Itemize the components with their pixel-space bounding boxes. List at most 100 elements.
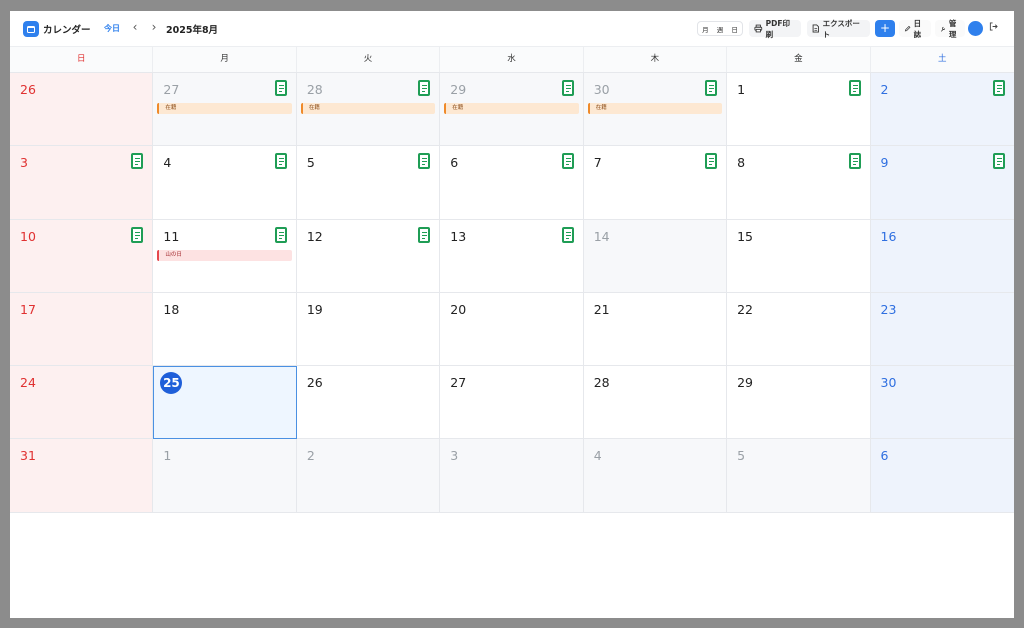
export-button[interactable]: エクスポート [807, 19, 870, 39]
day-cell[interactable]: 14 [583, 219, 728, 293]
view-week-button[interactable]: 週 [717, 24, 724, 34]
day-number: 3 [450, 448, 459, 464]
day-cell[interactable]: 3 [440, 439, 584, 513]
day-number: 3 [20, 155, 28, 171]
day-cell[interactable]: 15 [727, 219, 871, 293]
day-cell[interactable]: 12 [296, 219, 441, 293]
memo-note-icon[interactable] [131, 153, 144, 170]
day-cell[interactable]: 3 [10, 146, 154, 220]
day-cell[interactable]: 5 [727, 439, 871, 513]
day-cell[interactable]: 23 [870, 292, 1014, 367]
day-cell[interactable]: 19 [296, 292, 441, 367]
day-cell[interactable]: 26 [296, 366, 441, 440]
day-number: 22 [737, 301, 754, 317]
day-cell[interactable]: 1 [727, 73, 871, 147]
day-cell[interactable]: 24 [10, 366, 154, 440]
today-button[interactable]: 今日 [104, 23, 120, 34]
day-cell[interactable]: 10 [10, 219, 154, 293]
view-day-button[interactable]: 日 [731, 24, 738, 34]
memo-note-icon[interactable] [418, 80, 431, 96]
day-cell[interactable]: 1 [153, 439, 297, 513]
memo-note-icon[interactable] [274, 80, 287, 96]
day-number: 20 [450, 301, 467, 317]
week-row: 3 4 5 6 7 8 9 [10, 146, 1014, 220]
holiday-event[interactable]: 山の日 [157, 249, 292, 261]
day-number: 27 [163, 82, 180, 97]
day-cell[interactable]: 11 山の日 [153, 219, 297, 293]
memo-note-icon[interactable] [561, 80, 574, 96]
memo-note-icon[interactable] [992, 80, 1005, 96]
user-avatar[interactable] [968, 21, 983, 36]
day-cell[interactable]: 9 [870, 146, 1014, 220]
memo-note-icon[interactable] [274, 226, 287, 243]
day-cell[interactable]: 17 [10, 292, 154, 367]
day-cell[interactable]: 27 在籍 [153, 73, 297, 147]
next-month-button[interactable]: › [148, 20, 160, 34]
day-number: 6 [450, 155, 459, 171]
day-cell[interactable]: 26 [10, 73, 154, 147]
day-cell[interactable]: 22 [727, 292, 871, 367]
day-cell[interactable]: 2 [296, 439, 441, 513]
attendance-event[interactable]: 在籍 [157, 103, 292, 114]
memo-note-icon[interactable] [418, 226, 431, 243]
day-cell-today[interactable]: 25 [153, 366, 297, 440]
attendance-event[interactable]: 在籍 [300, 103, 436, 114]
day-cell[interactable]: 21 [583, 292, 728, 367]
day-cell[interactable]: 30 在籍 [583, 73, 728, 147]
prev-month-button[interactable]: ‹ [129, 20, 141, 34]
manage-button[interactable]: 管理 [935, 19, 965, 39]
day-cell[interactable]: 29 在籍 [440, 73, 584, 147]
memo-note-icon[interactable] [848, 80, 861, 96]
memo-note-icon[interactable] [561, 153, 574, 170]
view-month-button[interactable]: 月 [702, 24, 709, 34]
day-cell[interactable]: 27 [440, 366, 584, 440]
document-icon [812, 24, 819, 33]
day-cell[interactable]: 28 在籍 [296, 73, 441, 147]
day-number: 25 [160, 372, 183, 395]
memo-note-icon[interactable] [705, 80, 718, 96]
memo-note-icon[interactable] [418, 153, 431, 170]
day-cell[interactable]: 8 [727, 146, 871, 220]
day-cell[interactable]: 16 [870, 219, 1014, 293]
memo-note-icon[interactable] [561, 226, 574, 243]
day-cell[interactable]: 30 [870, 366, 1014, 440]
day-cell[interactable]: 6 [870, 439, 1014, 513]
week-row: 24 25 26 27 28 29 30 [10, 366, 1014, 440]
diary-button[interactable]: 日誌 [899, 19, 931, 39]
memo-note-icon[interactable] [131, 226, 144, 243]
day-cell[interactable]: 4 [153, 146, 297, 220]
day-cell[interactable]: 2 [870, 73, 1014, 147]
day-cell[interactable]: 5 [296, 146, 441, 220]
day-cell[interactable]: 31 [10, 439, 154, 513]
calendar-logo-icon [23, 21, 39, 37]
logout-icon[interactable] [989, 22, 998, 34]
day-cell[interactable]: 4 [583, 439, 728, 513]
day-cell[interactable]: 6 [440, 146, 584, 220]
attendance-event[interactable]: 在籍 [587, 103, 723, 114]
memo-note-icon[interactable] [848, 153, 861, 170]
day-number: 14 [593, 228, 610, 244]
day-cell[interactable]: 18 [153, 292, 297, 367]
day-number: 7 [593, 155, 602, 171]
week-row: 10 11 山の日 12 13 14 15 16 [10, 219, 1014, 293]
day-number: 30 [593, 82, 610, 97]
day-cell[interactable]: 20 [440, 292, 584, 367]
weekday-saturday: 土 [937, 54, 947, 64]
memo-note-icon[interactable] [274, 153, 287, 170]
day-number: 28 [593, 375, 610, 391]
day-cell[interactable]: 7 [583, 146, 728, 220]
app-title: カレンダー [43, 25, 91, 36]
weekday-thursday: 木 [584, 47, 728, 72]
memo-note-icon[interactable] [992, 153, 1005, 170]
week-row: 26 27 在籍 28 在籍 29 在籍 30 在籍 1 2 [10, 73, 1014, 147]
attendance-event[interactable]: 在籍 [444, 103, 579, 114]
add-event-button[interactable]: + [875, 20, 895, 37]
week-row: 31 1 2 3 4 5 6 [10, 439, 1014, 513]
day-number: 24 [20, 375, 36, 391]
pdf-print-button[interactable]: PDF印刷 [749, 19, 801, 39]
weekday-sunday: 日 [10, 47, 154, 72]
memo-note-icon[interactable] [705, 153, 718, 170]
day-cell[interactable]: 28 [583, 366, 728, 440]
day-cell[interactable]: 13 [440, 219, 584, 293]
day-cell[interactable]: 29 [727, 366, 871, 440]
